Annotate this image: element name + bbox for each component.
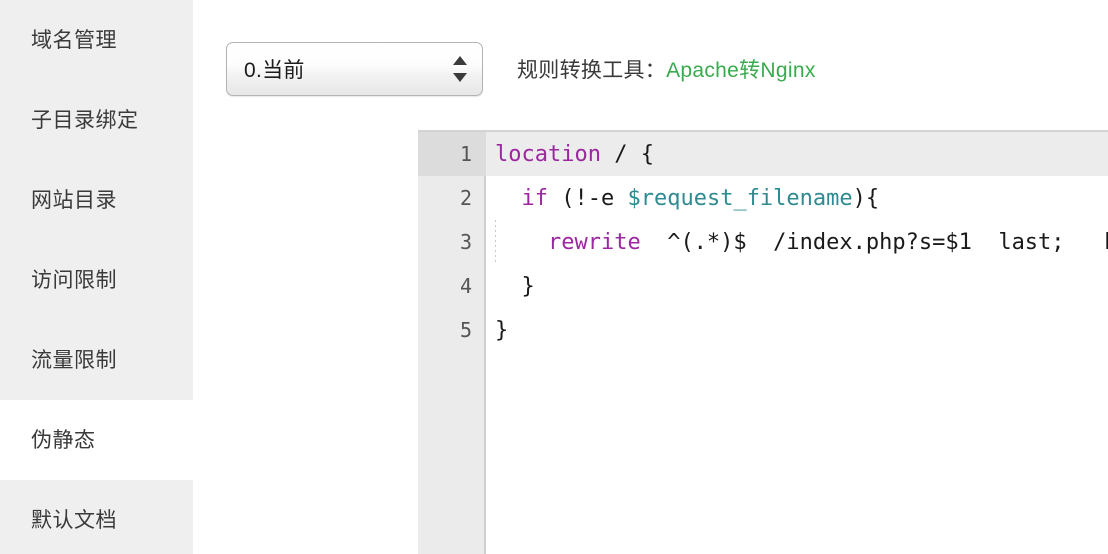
code-token-plain: }: [495, 274, 535, 299]
code-token-plain: [495, 230, 548, 255]
sidebar-item-4[interactable]: 流量限制: [0, 320, 193, 400]
code-line[interactable]: 4 }: [418, 264, 1108, 308]
code-token-plain: ^(.*)$ /index.php?s=$1 last; break;: [641, 230, 1108, 255]
converter-label: 规则转换工具：: [517, 54, 666, 84]
line-number: 5: [418, 308, 486, 352]
code-line[interactable]: 1location / {: [418, 132, 1108, 176]
sidebar-item-label: 域名管理: [31, 30, 117, 51]
sidebar-item-2[interactable]: 网站目录: [0, 160, 193, 240]
rule-preset-select[interactable]: 0.当前: [226, 42, 483, 96]
code-editor-inner: 1location / {2 if (!-e $request_filename…: [418, 132, 1108, 554]
code-token-variable: $request_filename: [627, 186, 852, 211]
code-token-keyword: location: [495, 142, 601, 167]
sidebar-item-label: 伪静态: [31, 430, 96, 451]
sidebar-item-label: 网站目录: [31, 190, 117, 211]
code-lines: 1location / {2 if (!-e $request_filename…: [418, 132, 1108, 352]
code-token-plain: / {: [601, 142, 654, 167]
code-token-plain: [495, 186, 522, 211]
sidebar-item-0[interactable]: 域名管理: [0, 0, 193, 80]
sidebar-item-5[interactable]: 伪静态: [0, 400, 193, 480]
sidebar-item-label: 流量限制: [31, 350, 117, 371]
line-number: 2: [418, 176, 486, 220]
apache-to-nginx-link[interactable]: Apache转Nginx: [666, 54, 816, 84]
code-line[interactable]: 3 rewrite ^(.*)$ /index.php?s=$1 last; b…: [418, 220, 1108, 264]
sidebar-item-1[interactable]: 子目录绑定: [0, 80, 193, 160]
sidebar: 域名管理子目录绑定网站目录访问限制流量限制伪静态默认文档: [0, 0, 193, 554]
code-editor[interactable]: 1location / {2 if (!-e $request_filename…: [418, 130, 1108, 554]
code-line[interactable]: 2 if (!-e $request_filename){: [418, 176, 1108, 220]
line-number: 1: [418, 132, 486, 176]
rule-preset-select-value[interactable]: 0.当前: [226, 42, 483, 96]
code-line-text[interactable]: location / {: [486, 132, 1108, 176]
code-line[interactable]: 5}: [418, 308, 1108, 352]
line-number: 3: [418, 220, 486, 264]
code-token-keyword: if: [522, 186, 549, 211]
code-line-text[interactable]: if (!-e $request_filename){: [486, 176, 1108, 220]
sidebar-item-3[interactable]: 访问限制: [0, 240, 193, 320]
code-token-keyword: rewrite: [548, 230, 641, 255]
sidebar-item-label: 访问限制: [31, 270, 117, 291]
sidebar-item-label: 子目录绑定: [31, 110, 139, 131]
sidebar-item-6[interactable]: 默认文档: [0, 480, 193, 554]
code-line-text[interactable]: }: [486, 308, 1108, 352]
app-root: 域名管理子目录绑定网站目录访问限制流量限制伪静态默认文档 0.当前 规则转换工具…: [0, 0, 1108, 554]
line-number: 4: [418, 264, 486, 308]
code-line-text[interactable]: rewrite ^(.*)$ /index.php?s=$1 last; bre…: [486, 220, 1108, 264]
toolbar: 0.当前 规则转换工具： Apache转Nginx: [226, 0, 1108, 97]
sidebar-item-label: 默认文档: [31, 510, 117, 531]
code-token-plain: ){: [853, 186, 880, 211]
code-line-text[interactable]: }: [486, 264, 1108, 308]
code-token-plain: }: [495, 318, 508, 343]
main-content: 0.当前 规则转换工具： Apache转Nginx 1location / {2…: [193, 0, 1108, 554]
code-token-plain: (!-e: [548, 186, 627, 211]
